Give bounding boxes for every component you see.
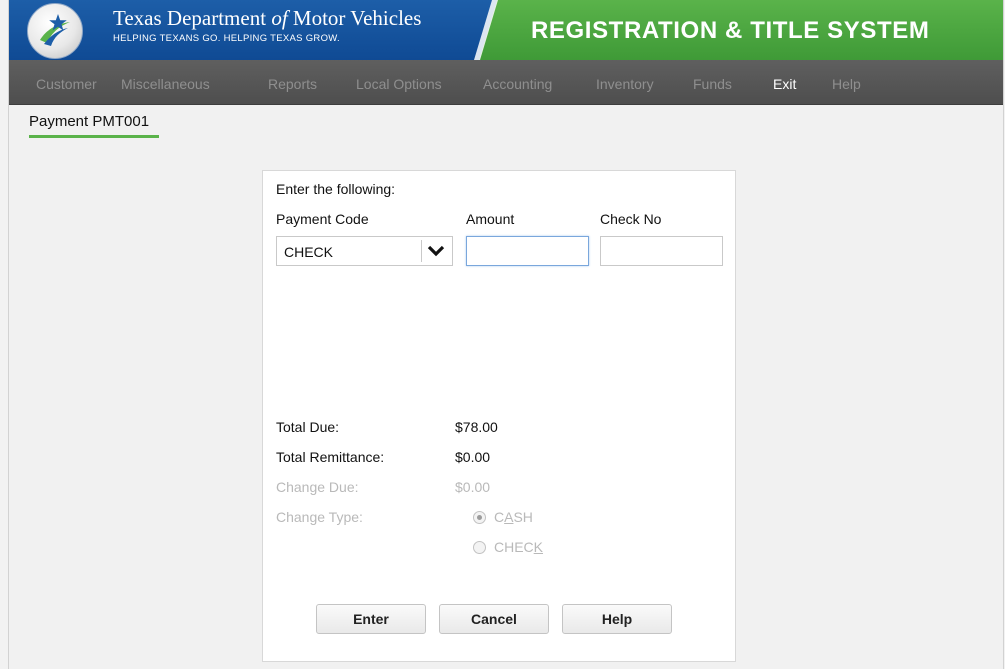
menu-item-exit[interactable]: Exit <box>773 76 796 92</box>
payment-code-label: Payment Code <box>276 211 369 227</box>
cancel-button[interactable]: Cancel <box>439 604 549 634</box>
help-button[interactable]: Help <box>562 604 672 634</box>
check-no-input[interactable] <box>600 236 723 266</box>
payment-code-value: CHECK <box>284 244 334 260</box>
system-title: REGISTRATION & TITLE SYSTEM <box>531 17 930 44</box>
page-title-underline <box>29 135 159 138</box>
change-due-value: $0.00 <box>455 479 491 495</box>
menu-item-local-options[interactable]: Local Options <box>356 76 442 92</box>
payment-code-select[interactable]: CHECK <box>276 236 453 266</box>
star-logo-icon <box>40 14 70 46</box>
agency-name: Texas Department of Motor Vehicles <box>113 6 422 30</box>
total-due-value: $78.00 <box>455 419 498 435</box>
main-menu-bar: Customer Miscellaneous Reports Local Opt… <box>9 60 1003 105</box>
change-due-label: Change Due: <box>276 479 359 495</box>
total-remittance-value: $0.00 <box>455 449 491 465</box>
total-due-label: Total Due: <box>276 419 340 435</box>
menu-item-reports[interactable]: Reports <box>268 76 317 92</box>
header-banner: Texas Department of Motor Vehicles HELPI… <box>9 0 1003 60</box>
change-type-label: Change Type: <box>276 509 363 525</box>
menu-item-miscellaneous[interactable]: Miscellaneous <box>121 76 210 92</box>
menu-item-inventory[interactable]: Inventory <box>596 76 654 92</box>
change-type-cash-label: CASH <box>494 509 533 525</box>
change-type-check-label: CHECK <box>494 539 544 555</box>
payment-panel: Enter the following: Payment Code Amount… <box>262 170 736 662</box>
menu-item-funds[interactable]: Funds <box>693 76 732 92</box>
check-no-label: Check No <box>600 211 662 227</box>
agency-tagline: HELPING TEXANS GO. HELPING TEXAS GROW. <box>113 33 340 44</box>
total-remittance-label: Total Remittance: <box>276 449 385 465</box>
app-window: Texas Department of Motor Vehicles HELPI… <box>8 0 1004 669</box>
menu-item-customer[interactable]: Customer <box>36 76 97 92</box>
amount-input[interactable] <box>466 236 589 266</box>
page-title: Payment PMT001 <box>29 113 150 130</box>
amount-label: Amount <box>466 211 515 227</box>
change-type-check-radio[interactable] <box>473 541 486 554</box>
menu-item-accounting[interactable]: Accounting <box>483 76 552 92</box>
enter-button[interactable]: Enter <box>316 604 426 634</box>
txdmv-logo <box>27 3 83 59</box>
instruction-text: Enter the following: <box>276 181 396 197</box>
chevron-down-icon[interactable] <box>427 244 445 258</box>
change-type-cash-radio[interactable] <box>473 511 486 524</box>
menu-item-help[interactable]: Help <box>832 76 861 92</box>
